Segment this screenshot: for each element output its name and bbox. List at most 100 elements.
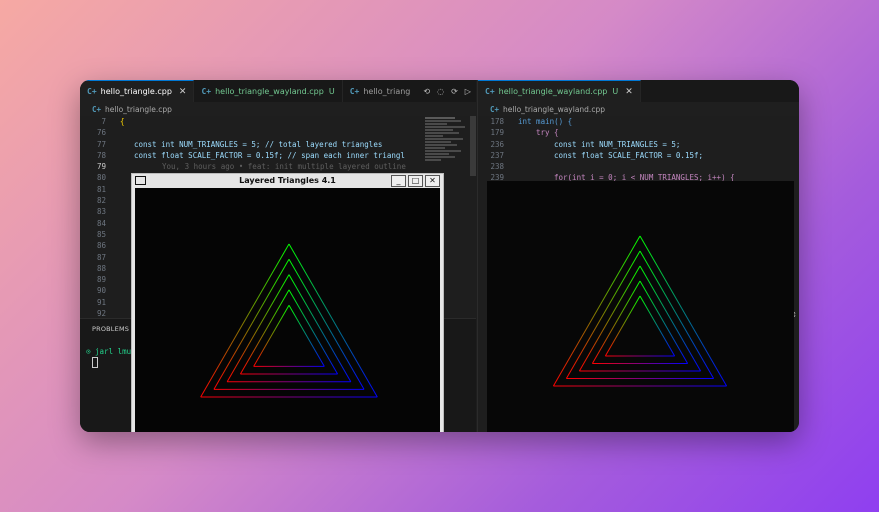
line-number: 89 — [96, 275, 106, 285]
code-line: 238 — [478, 161, 735, 172]
code-line: 78 const float SCALE_FACTOR = 0.15f; // s… — [80, 150, 406, 161]
x11-triangles-canvas — [200, 243, 378, 398]
tab-label: hello_triang — [363, 86, 411, 96]
line-number: 90 — [96, 286, 106, 296]
code-text: const float SCALE_FACTOR = 0.15f; // spa… — [134, 150, 405, 160]
line-number: 84 — [96, 218, 106, 228]
line-number: 77 — [96, 139, 106, 149]
previous-change-icon[interactable]: ◌ — [437, 87, 444, 96]
line-number: 79 — [96, 162, 106, 172]
tab-label: hello_triangle.cpp — [100, 87, 172, 96]
breadcrumb[interactable]: C+ hello_triangle.cpp — [80, 102, 476, 116]
minimap-line — [425, 144, 457, 146]
triangle-edge — [639, 265, 702, 372]
code-editor[interactable]: 178 int main() { 179 try { 236 const int NU… — [478, 116, 735, 184]
code-text: const float SCALE_FACTOR = 0.15f; — [554, 150, 704, 160]
minimap-line — [425, 117, 455, 119]
cpp-file-icon: C+ — [92, 104, 102, 114]
triangle-edge — [288, 274, 352, 382]
line-number: 82 — [96, 196, 106, 206]
code-line: 236 const int NUM_TRIANGLES = 5; — [478, 139, 735, 150]
code-text: const int NUM_TRIANGLES = 5; // total la… — [134, 139, 383, 149]
minimap-line — [425, 147, 445, 149]
code-line: 76 — [80, 127, 406, 138]
window-controls: _ □ ✕ — [391, 175, 440, 187]
tab-hello-triangle-wayland[interactable]: C+ hello_triangle_wayland.cpp U ✕ — [478, 80, 641, 103]
compare-changes-icon[interactable]: ⟲ — [423, 87, 430, 96]
code-text: const int NUM_TRIANGLES = 5; — [554, 139, 681, 149]
cpp-file-icon: C+ — [87, 87, 97, 96]
minimap-line — [425, 156, 455, 158]
cpp-file-icon: C+ — [201, 86, 212, 96]
code-line: 178 int main() { — [478, 116, 735, 127]
cpp-file-icon: C+ — [349, 86, 360, 96]
minimize-button[interactable]: _ — [391, 175, 406, 187]
line-number: 76 — [96, 128, 106, 138]
minimap-line — [425, 159, 441, 161]
code-text: int main() { — [518, 117, 573, 126]
minimap-line — [425, 126, 465, 128]
code-line: 237 const float SCALE_FACTOR = 0.15f; — [478, 150, 735, 161]
line-number: 88 — [96, 263, 106, 273]
tab-label: hello_triangle_wayland.cpp — [498, 87, 608, 96]
run-icon[interactable]: ▷ — [465, 87, 471, 96]
cpp-file-icon: C+ — [490, 104, 500, 114]
triangle-edge — [288, 304, 325, 367]
triangle-edge — [639, 280, 689, 364]
line-number: 91 — [96, 297, 106, 307]
triangle-edge — [604, 295, 641, 357]
line-number: 81 — [96, 184, 106, 194]
untracked-badge: U — [612, 87, 619, 96]
triangle-edge — [578, 265, 641, 372]
triangle-edge — [253, 304, 290, 367]
minimap-line — [425, 129, 453, 131]
line-number: 78 — [96, 150, 106, 160]
triangle-edge — [591, 280, 641, 364]
terminal-cursor — [92, 357, 98, 368]
line-number: 87 — [96, 252, 106, 262]
tab-hello-triangle[interactable]: C+ hello_triangle.cpp ✕ — [80, 80, 195, 103]
tab-hello-triangle-wayland[interactable]: C+ hello_triangle_wayland.cpp U — [194, 80, 343, 102]
x11-titlebar[interactable]: Layered Triangles 4.1 _ □ ✕ — [132, 174, 443, 187]
close-button[interactable]: ✕ — [425, 175, 440, 187]
breadcrumb[interactable]: C+ hello_triangle_wayland.cpp — [478, 102, 799, 116]
line-number: 238 — [490, 162, 504, 172]
close-icon[interactable]: ✕ — [625, 87, 633, 97]
x11-window[interactable]: Layered Triangles 4.1 _ □ ✕ — [131, 173, 444, 432]
git-blame-annotation: You, 3 hours ago • feat: init multiple l… — [162, 162, 406, 172]
line-number: 236 — [490, 139, 504, 149]
line-number: 237 — [490, 150, 504, 160]
code-text: { — [120, 117, 125, 126]
code-line: 77 const int NUM_TRIANGLES = 5; // total … — [80, 139, 406, 150]
line-number: 178 — [490, 117, 504, 126]
line-number: 179 — [490, 128, 504, 138]
problems-tab[interactable]: PROBLEMS — [92, 325, 129, 333]
breadcrumb-file: hello_triangle.cpp — [105, 104, 172, 114]
wayland-triangles-canvas — [552, 235, 728, 387]
untracked-badge: U — [328, 86, 335, 96]
triangle-edge — [226, 274, 290, 382]
minimap-line — [425, 132, 459, 134]
line-number: 83 — [96, 207, 106, 217]
tab-label: hello_triangle_wayland.cpp — [215, 86, 324, 96]
triangle-edge — [288, 289, 339, 375]
minimap-line — [425, 120, 461, 122]
code-line: 7{ — [80, 116, 406, 127]
close-icon[interactable]: ✕ — [179, 87, 187, 97]
triangle-edge — [639, 295, 676, 357]
next-change-icon[interactable]: ⟳ — [451, 87, 458, 96]
line-number: 7 — [101, 117, 106, 126]
minimap-line — [425, 138, 463, 140]
scrollbar[interactable] — [470, 116, 476, 176]
minimap-line — [425, 141, 451, 143]
wayland-window[interactable] — [487, 181, 794, 432]
code-line: 79 You, 3 hours ago • feat: init multiple… — [80, 161, 406, 172]
tab-hello-triang[interactable]: C+ hello_triang — [343, 80, 418, 102]
cpp-file-icon: C+ — [485, 87, 495, 96]
code-text: try { — [536, 128, 559, 138]
code-line: 179 try { — [478, 127, 735, 138]
right-tabbar: C+ hello_triangle_wayland.cpp U ✕ — [478, 80, 799, 103]
maximize-button[interactable]: □ — [408, 175, 423, 187]
vscode-window: C+ hello_triangle.cpp ✕ C+ hello_triangl… — [80, 80, 799, 432]
x11-canvas — [135, 188, 440, 432]
